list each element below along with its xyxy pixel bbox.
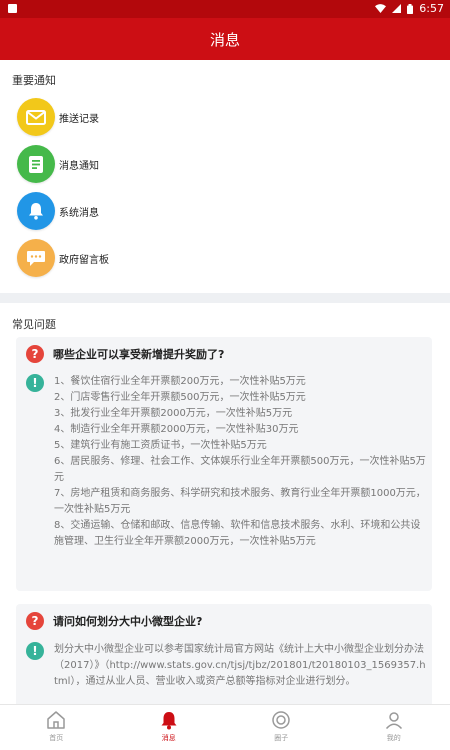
tab-label: 圈子 [274,734,289,742]
document-icon [17,145,55,183]
question-icon: ? [26,612,44,630]
answer-line: 8、交通运输、仓储和邮政、信息传输、软件和信息技术服务、水利、环境和公共设施管理… [54,520,421,547]
answer-line: 1、餐饮住宿行业全年开票额200万元，一次性补贴5万元 [54,376,306,387]
answer-icon: ! [26,374,44,392]
notice-item-message-notification[interactable]: 消息通知 [17,144,217,184]
answer-line: 6、居民服务、修理、社会工作、文体娱乐行业全年开票额500万元，一次性补贴5万元 [54,456,426,483]
answer-text: 划分大中小微型企业可以参考国家统计局官方网站《统计上大中小微型企业划分办法（20… [54,642,426,690]
wifi-icon [375,4,387,13]
signal-icon [392,4,402,13]
home-icon [47,711,65,729]
notice-item-label: 推送记录 [59,113,99,125]
bottom-tab-bar: 首页 消息 圈子 我的 [0,704,450,750]
question-text: 哪些企业可以享受新增提升奖励了? [53,348,225,361]
answer-line: 3、批发行业全年开票额2000万元，一次性补贴5万元 [54,408,293,419]
notification-icon [8,4,17,13]
answer-line: 4、制造行业全年开票额2000万元，一次性补贴30万元 [54,424,299,435]
chat-icon [17,239,55,277]
clock-time: 6:57 [419,2,444,15]
answer-paragraph: 划分大中小微型企业可以参考国家统计局官方网站《统计上大中小微型企业划分办法（20… [54,644,426,687]
section-divider [0,293,450,303]
tab-messages[interactable]: 消息 [113,705,226,750]
answer-line: 7、房地产租赁和商务服务、科学研究和技术服务、教育行业全年开票额1000万元，一… [54,488,426,515]
notice-item-government-board[interactable]: 政府留言板 [17,238,217,278]
notice-item-push-record[interactable]: 推送记录 [17,97,217,137]
tab-home[interactable]: 首页 [0,705,113,750]
faq-card[interactable]: ? 请问如何划分大中小微型企业? ! 划分大中小微型企业可以参考国家统计局官方网… [16,604,432,704]
bell-icon [161,712,177,730]
notice-item-system-message[interactable]: 系统消息 [17,191,217,231]
tab-mine[interactable]: 我的 [338,705,450,750]
battery-icon [407,3,414,14]
faq-section-title: 常见问题 [12,318,56,331]
faq-question: ? 哪些企业可以享受新增提升奖励了? [26,345,224,363]
content: 重要通知 推送记录 消息通知 系统消息 政府留言板 常见问题 ? 哪些企业可以享… [0,60,450,704]
question-icon: ? [26,345,44,363]
user-icon [385,712,402,730]
tab-circle[interactable]: 圈子 [225,705,338,750]
faq-card[interactable]: ? 哪些企业可以享受新增提升奖励了? ! 1、餐饮住宿行业全年开票额200万元，… [16,337,432,591]
answer-badge: ! [26,642,44,660]
notice-item-label: 政府留言板 [59,254,109,266]
notice-item-label: 消息通知 [59,160,99,172]
important-section-title: 重要通知 [12,74,56,87]
circle-icon [272,711,290,729]
answer-line: 5、建筑行业有施工资质证书，一次性补贴5万元 [54,440,267,451]
question-text: 请问如何划分大中小微型企业? [53,615,203,628]
answer-line: 2、门店零售行业全年开票额500万元，一次性补贴5万元 [54,392,306,403]
faq-question: ? 请问如何划分大中小微型企业? [26,612,202,630]
bell-icon [17,192,55,230]
page-title: 消息 [209,30,240,49]
answer-text: 1、餐饮住宿行业全年开票额200万元，一次性补贴5万元 2、门店零售行业全年开票… [54,374,426,550]
tab-label: 我的 [386,734,401,742]
tab-label: 消息 [161,734,176,742]
status-bar: 6:57 [0,0,450,18]
notice-item-label: 系统消息 [59,207,99,219]
answer-icon: ! [26,642,44,660]
app-bar: 消息 [0,18,450,60]
envelope-icon [17,98,55,136]
answer-badge: ! [26,374,44,392]
tab-label: 首页 [49,734,64,742]
